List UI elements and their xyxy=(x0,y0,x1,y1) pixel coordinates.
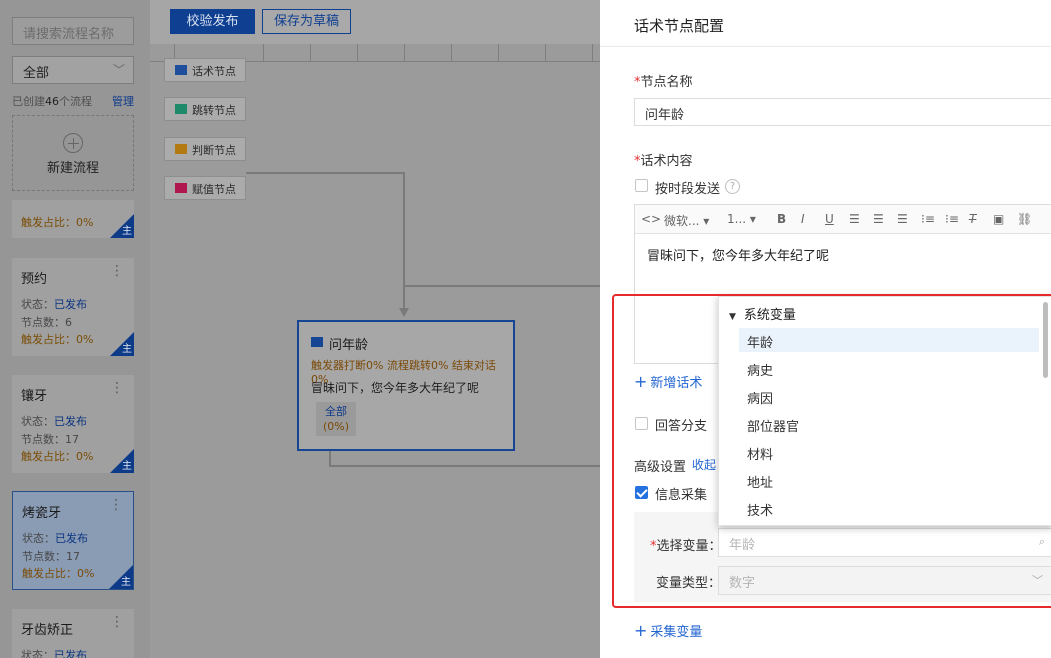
flow-name: 镶牙 xyxy=(21,389,48,404)
main-flow-badge: 主 xyxy=(122,461,132,472)
tool-label: 跳转节点 xyxy=(192,104,236,117)
align-center-icon[interactable]: ☰ xyxy=(873,212,884,226)
arrow-down-icon xyxy=(399,308,409,317)
branch-percent: (0%) xyxy=(322,420,350,433)
tool-label: 判断节点 xyxy=(192,144,236,157)
node-content: 冒昧问下，您今年多大年纪了呢 xyxy=(311,381,480,395)
flow-canvas[interactable]: 校验发布 保存为草稿 话术节点 跳转节点 判断节点 赋值节点 问年龄 触发器打断… xyxy=(150,0,600,658)
connector-line xyxy=(329,451,331,466)
flow-filter-select[interactable]: 全部 ﹀ xyxy=(12,56,134,84)
trigger-rate: 触发占比：0% xyxy=(22,567,95,580)
new-flow-label: 新建流程 xyxy=(46,161,99,176)
editor-toolbar: <> 微软... ▾ 1... ▾ B I U ☰ ☰ ☰ ⁝≡ ⁝≡ T̶ ▣… xyxy=(635,205,1051,234)
connector-line xyxy=(403,172,405,312)
save-draft-button[interactable]: 保存为草稿 xyxy=(262,9,351,34)
flow-sidebar: 请搜索流程名称 全部 ﹀ 已创建46个流程 管理 新建流程 触发占比：0% 主 … xyxy=(0,0,150,658)
flow-status: 状态：已发布 xyxy=(21,415,87,428)
branch-label: 全部 xyxy=(325,405,347,418)
flow-name: 预约 xyxy=(21,272,48,287)
node-name-label: *节点名称 xyxy=(634,75,693,90)
italic-icon[interactable]: I xyxy=(801,212,805,226)
content-label: *话术内容 xyxy=(634,154,693,169)
speech-node-icon xyxy=(311,337,323,347)
align-right-icon[interactable]: ☰ xyxy=(897,212,908,226)
plus-circle-icon xyxy=(63,133,83,153)
more-vertical-icon[interactable]: ⋮ xyxy=(110,615,124,629)
node-name-input[interactable]: 问年龄 xyxy=(634,98,1051,126)
trigger-rate: 触发占比：0% xyxy=(21,333,94,346)
chevron-down-icon: ﹀ xyxy=(112,63,125,77)
node-title: 问年龄 xyxy=(329,338,369,353)
main-flow-badge: 主 xyxy=(121,577,131,588)
divider xyxy=(600,46,1051,47)
main-flow-badge: 主 xyxy=(122,344,132,355)
more-vertical-icon[interactable]: ⋮ xyxy=(110,381,124,395)
trigger-rate: 触发占比：0% xyxy=(21,216,94,229)
image-icon[interactable]: ▣ xyxy=(993,212,1004,226)
assign-node-tool[interactable]: 赋值节点 xyxy=(164,176,246,200)
more-vertical-icon[interactable]: ⋮ xyxy=(109,498,123,512)
flow-status: 状态：已发布 xyxy=(21,298,87,311)
highlight-annotation-box xyxy=(612,294,1051,608)
clear-format-icon[interactable]: T̶ xyxy=(969,212,976,226)
flow-card[interactable]: 触发占比：0% 主 xyxy=(12,200,134,238)
font-family-select[interactable]: 微软... ▾ xyxy=(664,212,709,229)
flow-card-selected[interactable]: 烤瓷牙 ⋮ 状态：已发布 节点数：17 触发占比：0% 主 xyxy=(12,491,134,590)
decision-node-tool[interactable]: 判断节点 xyxy=(164,137,246,161)
collect-variable-button[interactable]: + 采集变量 xyxy=(634,621,702,640)
flow-card[interactable]: 镶牙 ⋮ 状态：已发布 节点数：17 触发占比：0% 主 xyxy=(12,375,134,473)
manage-link[interactable]: 管理 xyxy=(112,93,134,109)
flow-node-count: 节点数：6 xyxy=(21,316,72,329)
flow-status: 状态：已发布 xyxy=(21,649,87,658)
flow-node-count: 节点数：17 xyxy=(21,433,79,446)
flow-node-ask-age[interactable]: 问年龄 触发器打断0% 流程跳转0% 结束对话0% 冒昧问下，您今年多大年纪了呢… xyxy=(297,320,515,451)
new-flow-button[interactable]: 新建流程 xyxy=(12,115,134,191)
decision-node-icon xyxy=(175,144,187,154)
timed-send-label: 按时段发送 xyxy=(655,182,721,197)
code-icon[interactable]: <> xyxy=(641,212,661,226)
main-flow-badge: 主 xyxy=(122,226,132,237)
ordered-list-icon[interactable]: ⁝≡ xyxy=(921,212,935,226)
flow-count: 已创建46个流程 xyxy=(12,95,92,108)
jump-node-icon xyxy=(175,104,187,114)
canvas-toolbar: 校验发布 保存为草稿 xyxy=(150,0,600,44)
flow-search-input[interactable]: 请搜索流程名称 xyxy=(12,17,134,45)
timed-send-checkbox[interactable] xyxy=(635,179,648,192)
font-size-select[interactable]: 1... ▾ xyxy=(727,212,756,226)
flow-card[interactable]: 牙齿矫正 ⋮ 状态：已发布 xyxy=(12,609,134,658)
flow-node-count: 节点数：17 xyxy=(22,550,80,563)
link-icon[interactable]: ⛓ xyxy=(1017,212,1032,226)
editor-content[interactable]: 冒昧问下，您今年多大年纪了呢 xyxy=(647,245,829,264)
speech-node-tool[interactable]: 话术节点 xyxy=(164,58,246,82)
filter-value: 全部 xyxy=(23,66,50,81)
bullet-list-icon[interactable]: ⁝≡ xyxy=(945,212,959,226)
tool-label: 赋值节点 xyxy=(192,183,236,196)
help-icon[interactable]: ? xyxy=(725,179,740,194)
align-left-icon[interactable]: ☰ xyxy=(849,212,860,226)
connector-line xyxy=(246,172,404,174)
flow-name: 牙齿矫正 xyxy=(21,623,74,638)
panel-title: 话术节点配置 xyxy=(634,17,725,35)
connector-line xyxy=(329,465,600,467)
flow-status: 状态：已发布 xyxy=(22,532,88,545)
flow-name: 烤瓷牙 xyxy=(22,506,62,521)
assign-node-icon xyxy=(175,183,187,193)
flow-card[interactable]: 预约 ⋮ 状态：已发布 节点数：6 触发占比：0% 主 xyxy=(12,258,134,356)
more-vertical-icon[interactable]: ⋮ xyxy=(110,264,124,278)
node-branch[interactable]: 全部 (0%) xyxy=(316,402,356,436)
tool-label: 话术节点 xyxy=(192,65,236,78)
speech-node-icon xyxy=(175,65,187,75)
underline-icon[interactable]: U xyxy=(825,212,834,226)
trigger-rate: 触发占比：0% xyxy=(21,450,94,463)
bold-icon[interactable]: B xyxy=(777,212,786,226)
connector-line xyxy=(404,285,600,287)
validate-publish-button[interactable]: 校验发布 xyxy=(170,9,255,34)
jump-node-tool[interactable]: 跳转节点 xyxy=(164,97,246,121)
